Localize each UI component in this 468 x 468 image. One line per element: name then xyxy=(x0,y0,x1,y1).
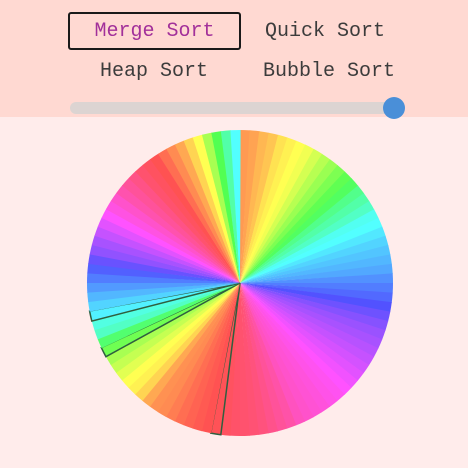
slider-thumb[interactable] xyxy=(382,97,405,119)
quick-sort-button[interactable]: Quick Sort xyxy=(245,12,405,50)
color-wheel-visualization xyxy=(86,129,394,437)
bubble-sort-button[interactable]: Bubble Sort xyxy=(245,52,413,90)
merge-sort-button[interactable]: Merge Sort xyxy=(68,12,241,50)
controls-panel: Merge Sort Quick Sort Heap Sort Bubble S… xyxy=(0,0,468,119)
speed-slider[interactable] xyxy=(70,97,405,119)
heap-sort-button[interactable]: Heap Sort xyxy=(78,52,230,90)
